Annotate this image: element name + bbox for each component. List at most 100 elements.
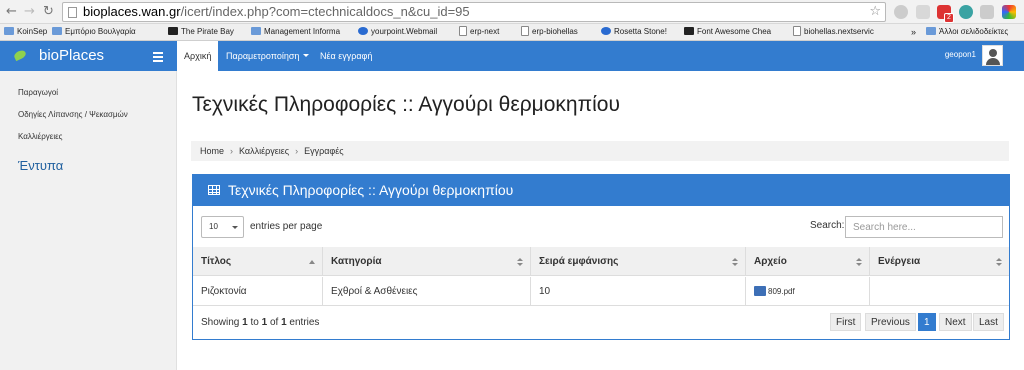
caret-down-icon (303, 54, 310, 57)
column-header-label: Κατηγορία (331, 256, 382, 267)
cloud-extension-icon[interactable] (894, 5, 908, 19)
page-title: Τεχνικές Πληροφορίες :: Αγγούρι θερμοκηπ… (192, 93, 620, 116)
info-to-word: to (247, 317, 262, 328)
column-header-title[interactable]: Τίτλος (193, 247, 323, 276)
column-header-label: Τίτλος (201, 256, 232, 267)
tab-home[interactable]: Αρχική (177, 41, 219, 71)
pager-last-button[interactable]: Last (973, 313, 1004, 331)
user-name[interactable]: geopon1 (945, 50, 976, 59)
table-icon (208, 185, 220, 195)
page-icon (521, 26, 529, 36)
url-path: /icert/index.php?com=ctechnicaldocs_n&cu… (180, 4, 470, 19)
browser-toolbar: ← → ↻ bioplaces.wan.gr/icert/index.php?c… (0, 0, 1024, 24)
bookmark-label: The Pirate Bay (181, 27, 234, 36)
bookmark-label: erp-next (470, 27, 500, 36)
bookmark-koinsep[interactable]: KoinSep (4, 26, 47, 38)
column-header-order[interactable]: Σειρά εμφάνισης (531, 247, 746, 276)
url-host: bioplaces.wan.gr (83, 4, 181, 19)
extension-icon[interactable] (916, 5, 930, 19)
search-input[interactable] (845, 216, 1003, 238)
bookmark-erp-biohellas[interactable]: erp-biohellas (521, 26, 578, 38)
cell-file[interactable]: 809.pdf (746, 277, 870, 306)
info-of-word: of (267, 317, 282, 328)
info-suffix: entries (286, 317, 320, 328)
bookmark-fontawesome[interactable]: Font Awesome Chea (684, 26, 771, 38)
user-body-icon (986, 58, 1000, 65)
reload-icon[interactable]: ↻ (43, 5, 54, 19)
flag-icon (684, 27, 694, 35)
column-header-action[interactable]: Ενέργεια (870, 247, 1009, 276)
sort-icon (856, 258, 862, 266)
page-icon (793, 26, 801, 36)
avatar[interactable] (982, 45, 1003, 66)
technical-info-panel: Τεχνικές Πληροφορίες :: Αγγούρι θερμοκηπ… (192, 174, 1010, 340)
sort-icon (732, 258, 738, 266)
leaf-logo-icon (12, 48, 28, 62)
page-icon (68, 7, 77, 18)
bookmarks-overflow-button[interactable]: » (911, 26, 916, 38)
brand[interactable]: bioPlaces (0, 41, 177, 71)
bookmark-label: Font Awesome Chea (697, 27, 772, 36)
panel-header: Τεχνικές Πληροφορίες :: Αγγούρι θερμοκηπ… (193, 175, 1009, 206)
ship-icon (168, 27, 178, 35)
sidebar-section-forms[interactable]: Έντυπα (18, 158, 63, 173)
bookmark-label: Management Informa (264, 27, 341, 36)
bookmark-label: KoinSep (17, 27, 48, 36)
cell-order: 10 (531, 277, 746, 306)
menu-toggle-icon[interactable] (153, 52, 163, 54)
sidebar: Παραγωγοί Οδηγίες Λίπανσης / Ψεκασμών Κα… (0, 71, 177, 370)
entries-per-page-label: entries per page (250, 221, 323, 232)
chevron-down-icon (232, 226, 238, 229)
sort-asc-icon (309, 260, 315, 264)
bookmark-star-icon[interactable]: ☆ (869, 3, 881, 21)
column-header-category[interactable]: Κατηγορία (323, 247, 531, 276)
column-header-label: Αρχείο (754, 256, 787, 267)
pager-first-button[interactable]: First (830, 313, 862, 331)
column-header-file[interactable]: Αρχείο (746, 247, 870, 276)
breadcrumb-separator-icon: › (230, 146, 234, 156)
pager-next-button[interactable]: Next (939, 313, 972, 331)
gmail-badge: 2 (944, 13, 954, 23)
circle-extension-icon[interactable] (959, 5, 973, 19)
bookmark-erp-next[interactable]: erp-next (459, 26, 499, 38)
column-header-label: Σειρά εμφάνισης (539, 256, 619, 267)
sidebar-item-crops[interactable]: Καλλιέργειες (18, 132, 63, 141)
main-content: Τεχνικές Πληροφορίες :: Αγγούρι θερμοκηπ… (177, 71, 1024, 370)
tab-settings-label: Παραμετροποίηση (226, 51, 300, 61)
bookmark-label: Εμπόριο Βουλγαρία (65, 27, 136, 36)
folder-icon (251, 27, 261, 35)
folder-icon (926, 27, 936, 35)
cell-title: Ριζοκτονία (193, 277, 323, 306)
address-bar[interactable]: bioplaces.wan.gr/icert/index.php?com=cte… (62, 2, 886, 22)
colors-extension-icon[interactable] (1002, 5, 1016, 19)
bookmark-yourpoint[interactable]: yourpoint.Webmail (358, 26, 437, 38)
entries-per-page-select[interactable]: 10 (201, 216, 244, 238)
bookmark-rosetta[interactable]: Rosetta Stone! (601, 26, 667, 38)
panel-title: Τεχνικές Πληροφορίες :: Αγγούρι θερμοκηπ… (228, 182, 514, 198)
dropbox-icon[interactable] (980, 5, 994, 19)
sidebar-item-fertilization[interactable]: Οδηγίες Λίπανσης / Ψεκασμών (18, 110, 128, 119)
file-link[interactable]: 809.pdf (768, 287, 795, 296)
bookmark-biohellas-next[interactable]: biohellas.nextservic (793, 26, 874, 38)
tab-settings[interactable]: Παραμετροποίηση (219, 41, 316, 71)
brand-name: bioPlaces (39, 47, 105, 64)
breadcrumb: Home › Καλλιέργειες › Εγγραφές (191, 141, 1009, 161)
bookmark-emporio[interactable]: Εμπόριο Βουλγαρία (52, 26, 136, 38)
pager-page-1-button[interactable]: 1 (918, 313, 936, 331)
column-header-label: Ενέργεια (878, 256, 921, 267)
sidebar-item-producers[interactable]: Παραγωγοί (18, 88, 58, 97)
breadcrumb-records: Εγγραφές (304, 146, 344, 156)
bookmark-label: erp-biohellas (532, 27, 578, 36)
bookmark-management[interactable]: Management Informa (251, 26, 340, 38)
back-arrow-icon[interactable]: ← (6, 5, 17, 19)
pdf-file-icon (754, 286, 766, 296)
pager-previous-button[interactable]: Previous (865, 313, 916, 331)
tab-new-record[interactable]: Νέα εγγραφή (313, 41, 379, 71)
bookmark-piratebay[interactable]: The Pirate Bay (168, 26, 234, 38)
top-navbar: bioPlaces Αρχική Παραμετροποίηση Νέα εγγ… (0, 41, 1024, 71)
breadcrumb-crops[interactable]: Καλλιέργειες (239, 146, 289, 156)
forward-arrow-icon[interactable]: → (24, 5, 35, 19)
breadcrumb-home[interactable]: Home (200, 146, 224, 156)
sort-icon (996, 258, 1002, 266)
bookmark-other[interactable]: Άλλοι σελιδοδείκτες (926, 26, 1008, 38)
